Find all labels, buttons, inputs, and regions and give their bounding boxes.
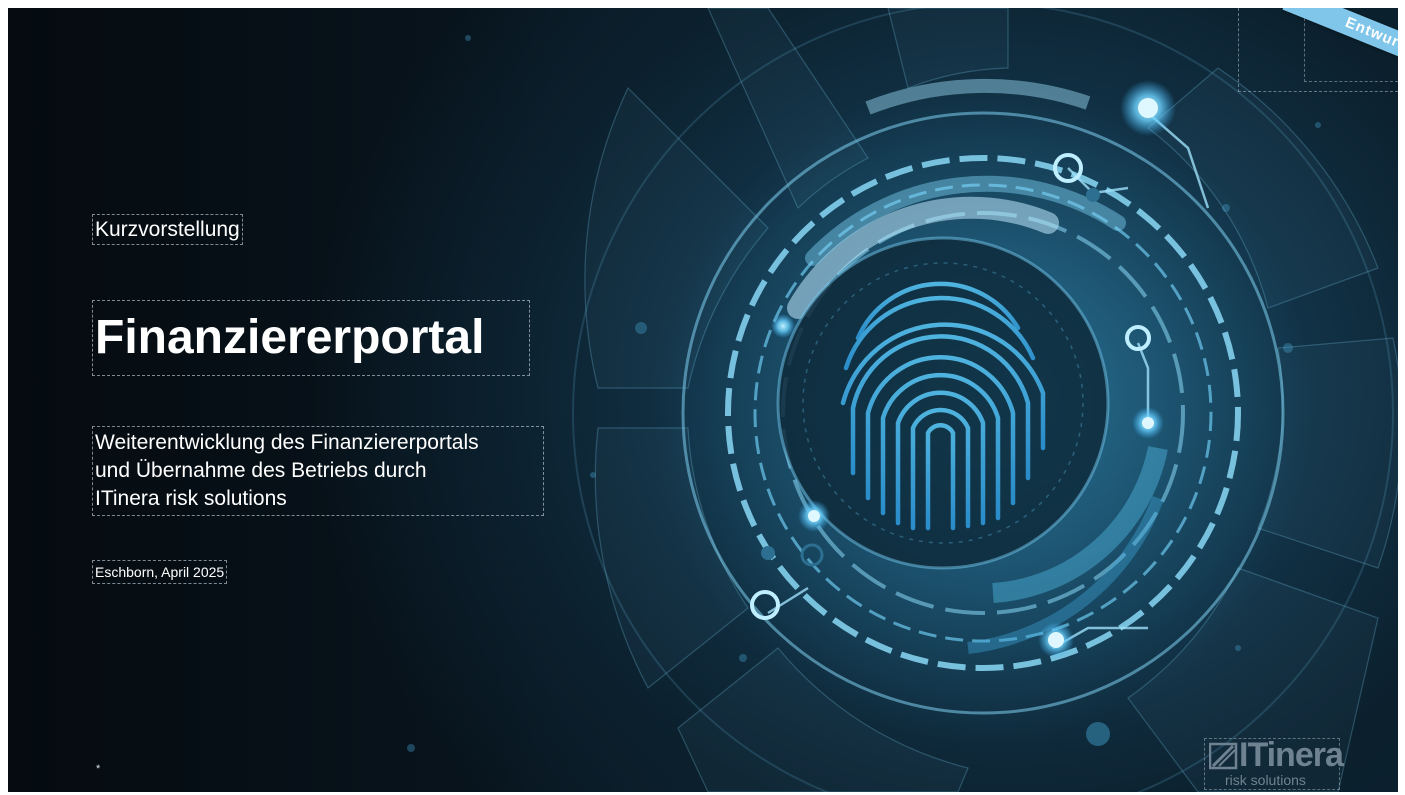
subtitle-line: ITinera risk solutions — [95, 487, 287, 510]
subtitle-line: Weiterentwicklung des Finanziererportals — [95, 431, 479, 454]
itinera-logo-icon — [1209, 742, 1238, 770]
logo-wordmark: ITinera — [1239, 736, 1344, 774]
itinera-logo: ITinera risk solutions — [1204, 736, 1344, 790]
slide-title: Finanziererportal — [92, 300, 530, 376]
slide-kicker: Kurzvorstellung — [92, 214, 243, 245]
slide-subtitle: Weiterentwicklung des Finanziererportals… — [92, 426, 544, 516]
subtitle-line: und Übernahme des Betriebs durch — [95, 459, 427, 482]
slide-date: Eschborn, April 2025 — [92, 560, 228, 584]
logo-tagline: risk solutions — [1225, 772, 1306, 788]
footer-mark: * — [96, 763, 101, 775]
title-slide: Entwurf Kurzvorstellung Finanziererporta… — [8, 8, 1398, 792]
fingerprint-hero-graphic — [407, 8, 1398, 792]
